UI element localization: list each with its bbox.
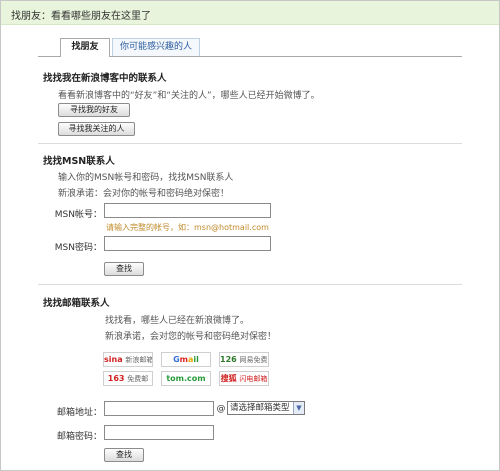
126-mail-logo[interactable]: 126 网易免费邮 [219,352,269,367]
msn-section-title: 找找MSN联系人 [43,156,115,167]
msn-password-input[interactable] [104,236,271,251]
msn-section-desc: 输入你的MSN帐号和密码，找找MSN联系人 [58,173,234,183]
blog-section-title: 找找我在新浪博客中的联系人 [43,73,167,84]
mail-domain-select[interactable]: 请选择邮箱类型 ▼ [227,401,305,415]
tab-find-friends[interactable]: 找朋友 [60,38,110,57]
section-divider [38,284,462,285]
mail-search-button[interactable]: 查找 [104,448,144,462]
chevron-down-icon: ▼ [293,402,304,414]
sina-mail-logo[interactable]: sina 新浪邮箱 [103,352,153,367]
gmail-logo[interactable]: Gmail [161,352,211,367]
mail-address-input[interactable] [104,401,214,416]
sohu-mail-logo[interactable]: 搜狐 闪电邮箱 [219,371,269,386]
blog-section-desc: 看看新浪博客中的“好友”和“关注的人”，哪些人已经开始微博了。 [58,91,320,101]
tab-people-you-may-like[interactable]: 你可能感兴趣的人 [112,38,200,56]
mail-password-input[interactable] [104,425,214,440]
tom-mail-logo[interactable]: tom.com [161,371,211,386]
mail-privacy-note: 新浪承诺，会对您的帐号和密码绝对保密！ [105,332,277,342]
header-bar: 找朋友：看看哪些朋友在这里了 [1,1,499,25]
mail-address-label: 邮箱地址： [56,408,102,418]
section-divider [38,143,462,144]
mail-section-desc: 找找看，哪些人已经在新浪微博了。 [105,316,250,326]
find-my-friends-button[interactable]: 寻找我的好友 [58,103,130,117]
msn-account-label: MSN帐号： [54,210,102,220]
at-sign: @ [216,404,226,414]
msn-account-input[interactable] [104,203,271,218]
mail-domain-select-value: 请选择邮箱类型 [230,403,290,413]
mail-section-title: 找找邮箱联系人 [43,298,110,309]
msn-account-hint: 请输入完整的帐号，如：msn@hotmail.com [106,223,269,232]
msn-search-button[interactable]: 查找 [104,262,144,276]
msn-password-label: MSN密码： [54,243,102,253]
find-my-following-button[interactable]: 寻找我关注的人 [58,122,135,136]
msn-privacy-note: 新浪承诺：会对你的帐号和密码绝对保密！ [58,189,230,199]
mail-password-label: 邮箱密码： [56,432,102,442]
163-mail-logo[interactable]: 163 免费邮 [103,371,153,386]
page-title: 找朋友：看看哪些朋友在这里了 [11,11,151,22]
